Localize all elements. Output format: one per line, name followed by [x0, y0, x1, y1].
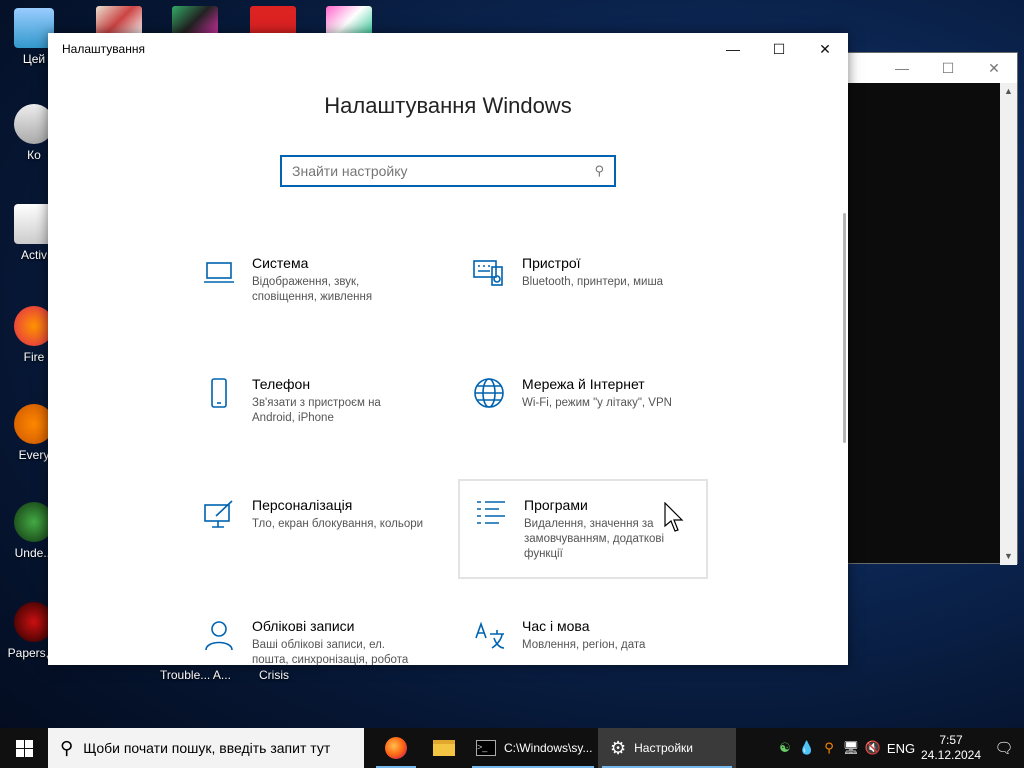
start-button[interactable]: [0, 728, 48, 768]
mouse-cursor-icon: [664, 502, 684, 532]
maximize-button[interactable]: ☐: [756, 33, 802, 65]
desktop-caption-trouble: Trouble... A...: [160, 668, 231, 682]
clock[interactable]: 7:57 24.12.2024: [918, 733, 984, 763]
search-input[interactable]: [292, 163, 595, 179]
notification-icon: 🗨: [994, 740, 1014, 757]
console-window[interactable]: — ☐ ✕ ▲ ▼: [820, 52, 1018, 565]
close-button[interactable]: ✕: [802, 33, 848, 65]
window-title: Налаштування: [62, 42, 145, 56]
windows-logo-icon: [15, 739, 33, 757]
tray-network-icon[interactable]: 🖥: [840, 740, 862, 756]
taskbar-console[interactable]: >_ C:\Windows\sy...: [468, 728, 598, 768]
taskbar-explorer[interactable]: [420, 728, 468, 768]
desktop-icon-top-1[interactable]: [96, 6, 142, 36]
tray-drop-icon[interactable]: 💧: [796, 740, 818, 756]
time-language-icon: [472, 618, 508, 654]
phone-icon: [202, 376, 238, 412]
desktop-icon-top-2[interactable]: [172, 6, 218, 36]
tile-phone[interactable]: Телефон Зв'язати з пристроєм на Android,…: [188, 366, 438, 466]
paint-icon: [202, 497, 238, 533]
tile-devices[interactable]: Пристрої Bluetooth, принтери, миша: [458, 245, 708, 345]
tray-app-icon[interactable]: ☯: [774, 740, 796, 756]
taskbar: ⚲ Щоби почати пошук, введіть запит тут >…: [0, 728, 1024, 768]
keyboard-devices-icon: [472, 255, 508, 291]
scroll-up-icon[interactable]: ▲: [1000, 83, 1017, 100]
search-icon: ⚲: [594, 163, 604, 178]
taskbar-settings[interactable]: ⚙ Настройки: [598, 728, 736, 768]
language-indicator[interactable]: ENG: [884, 741, 918, 756]
console-icon: >_: [476, 740, 496, 756]
tray-search-icon[interactable]: ⚲: [818, 740, 840, 756]
search-icon: ⚲: [60, 737, 74, 758]
taskbar-search[interactable]: ⚲ Щоби почати пошук, введіть запит тут: [48, 728, 364, 768]
globe-icon: [472, 376, 508, 412]
console-scrollbar[interactable]: ▲ ▼: [1000, 83, 1017, 565]
clock-time: 7:57: [939, 733, 963, 747]
tile-accounts[interactable]: Облікові записи Ваші облікові записи, ел…: [188, 608, 438, 665]
apps-list-icon: [474, 497, 510, 533]
desktop-caption-crisis: Crisis: [259, 668, 289, 682]
desktop-icon-top-4[interactable]: [326, 6, 372, 36]
scroll-down-icon[interactable]: ▼: [1000, 548, 1017, 565]
settings-search[interactable]: ⚲: [280, 155, 616, 187]
tile-personalization[interactable]: Персоналізація Тло, екран блокування, ко…: [188, 487, 438, 587]
firefox-icon: [385, 737, 407, 759]
page-title: Налаштування Windows: [324, 93, 572, 118]
taskbar-search-text: Щоби почати пошук, введіть запит тут: [83, 740, 331, 756]
gear-icon: ⚙: [610, 737, 627, 758]
tile-network[interactable]: Мережа й Інтернет Wi-Fi, режим "у літаку…: [458, 366, 708, 466]
desktop-icon-top-3[interactable]: [250, 6, 296, 36]
settings-window[interactable]: Налаштування — ☐ ✕ Налаштування Windows …: [48, 33, 848, 665]
console-maximize-button[interactable]: ☐: [925, 53, 971, 83]
console-titlebar[interactable]: — ☐ ✕: [821, 53, 1017, 83]
system-tray: ☯ 💧 ⚲ 🖥 🔇 ENG 7:57 24.12.2024 🗨: [774, 728, 1024, 768]
taskbar-firefox[interactable]: [372, 728, 420, 768]
console-minimize-button[interactable]: —: [879, 53, 925, 83]
folder-icon: [433, 740, 455, 756]
minimize-button[interactable]: —: [710, 33, 756, 65]
settings-titlebar[interactable]: Налаштування — ☐ ✕: [48, 33, 848, 65]
tile-system[interactable]: Система Відображення, звук, сповіщення, …: [188, 245, 438, 345]
settings-scrollbar[interactable]: [843, 213, 846, 443]
console-close-button[interactable]: ✕: [971, 53, 1017, 83]
clock-date: 24.12.2024: [920, 748, 982, 762]
laptop-icon: [202, 255, 238, 291]
tile-time-language[interactable]: Час і мова Мовлення, регіон, дата: [458, 608, 708, 665]
notifications-button[interactable]: 🗨: [984, 739, 1024, 757]
tray-volume-icon[interactable]: 🔇: [862, 740, 884, 756]
person-icon: [202, 618, 238, 654]
